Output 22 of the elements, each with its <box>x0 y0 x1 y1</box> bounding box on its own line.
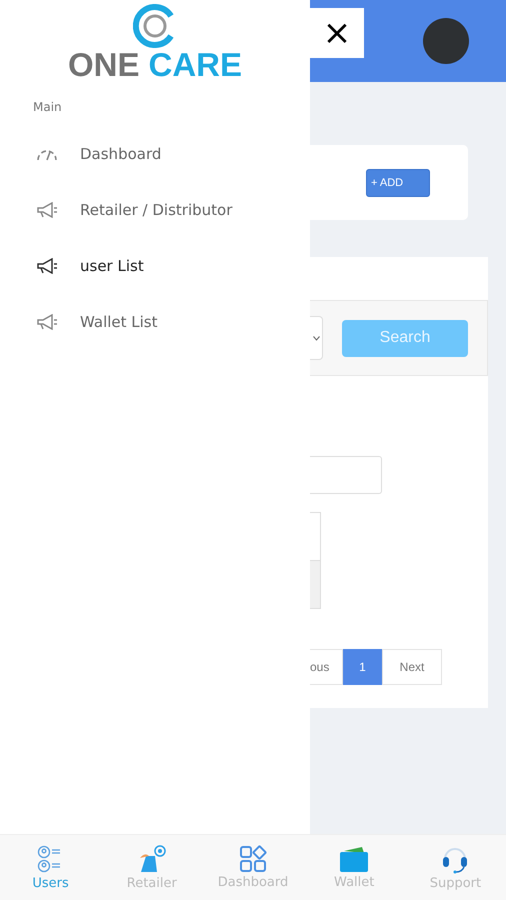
page-button[interactable]: Next <box>382 649 442 685</box>
close-button[interactable]: × <box>310 8 364 58</box>
select-field[interactable] <box>310 316 323 360</box>
grid-icon <box>239 845 267 874</box>
page-button[interactable]: ous <box>310 649 343 685</box>
menu-item[interactable]: Retailer / Distributor <box>0 182 310 238</box>
menu-item[interactable]: user List <box>0 238 310 294</box>
megaphone-icon <box>36 314 58 330</box>
menu-item[interactable]: Wallet List <box>0 294 310 350</box>
nav-tab[interactable]: Users <box>0 835 102 900</box>
chevron-down-icon <box>312 336 320 340</box>
logo-text: ONE <box>68 48 140 82</box>
input-field[interactable] <box>310 456 382 494</box>
megaphone-icon <box>36 258 58 274</box>
page-button[interactable]: 1 <box>343 649 382 685</box>
wallet-icon <box>338 845 370 874</box>
logo-text: CARE <box>148 48 242 82</box>
section-label: Main <box>32 99 63 114</box>
menu-item[interactable]: Dashboard <box>0 126 310 182</box>
add-button[interactable]: + ADD <box>366 168 430 196</box>
avatar[interactable] <box>423 18 469 64</box>
megaphone-icon <box>36 202 58 218</box>
